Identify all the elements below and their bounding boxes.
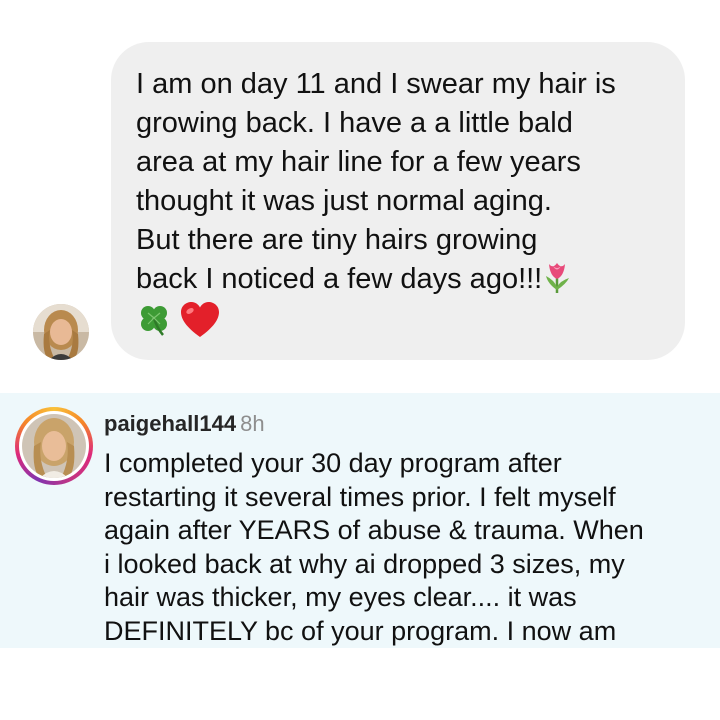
commenter-avatar-image	[22, 414, 86, 478]
sender-avatar[interactable]	[33, 304, 89, 360]
avatar-border	[19, 411, 89, 481]
comment-header: paigehall144 8h	[104, 410, 265, 438]
comment-text: I completed your 30 day program after re…	[104, 448, 644, 646]
four-leaf-clover-icon	[141, 306, 167, 336]
direct-message-thread: I am on day 11 and I swear my hair is gr…	[0, 0, 720, 390]
message-bubble[interactable]: I am on day 11 and I swear my hair is gr…	[111, 42, 685, 360]
message-text: I am on day 11 and I swear my hair is gr…	[136, 65, 665, 299]
emoji-row	[136, 301, 665, 339]
comment-item: paigehall144 8h I completed your 30 day p…	[0, 393, 720, 648]
tulip-icon	[546, 263, 570, 293]
comment-timestamp: 8h	[240, 411, 265, 436]
commenter-avatar[interactable]	[15, 407, 93, 485]
commenter-username[interactable]: paigehall144	[104, 411, 236, 436]
red-heart-icon	[181, 302, 219, 337]
sender-avatar-image	[33, 304, 89, 360]
